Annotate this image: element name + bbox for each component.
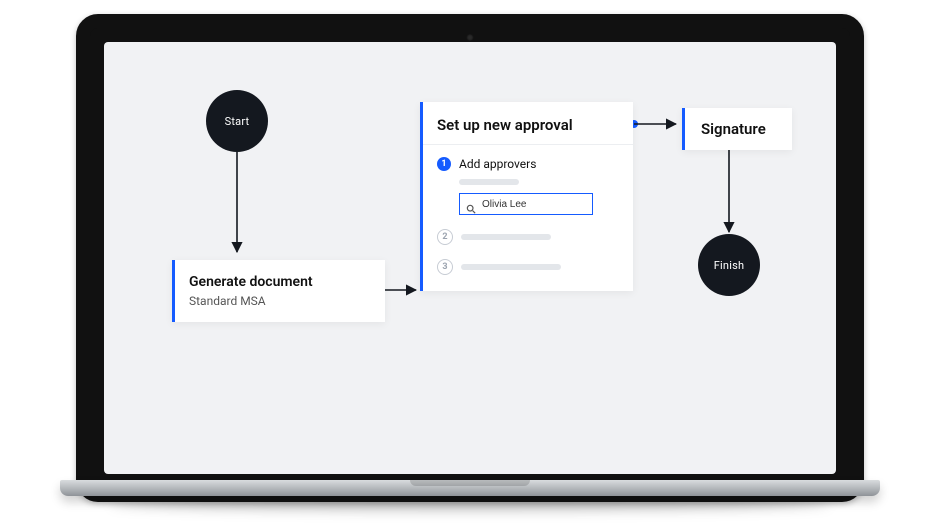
step-badge-2: 2 (437, 229, 453, 245)
step-3-skeleton (461, 264, 561, 270)
approval-title: Set up new approval (423, 102, 633, 145)
approval-step-3: 3 (437, 259, 619, 275)
laptop-base (60, 480, 880, 496)
step-1-label: Add approvers (459, 157, 536, 171)
screen: Start Generate document Standard MSA Set… (104, 42, 836, 474)
finish-label: Finish (714, 259, 744, 272)
approval-card[interactable]: Set up new approval 1 Add approvers (420, 102, 633, 291)
search-icon (466, 199, 476, 209)
step-badge-1: 1 (437, 157, 451, 171)
approval-step-1: 1 Add approvers (437, 157, 619, 171)
camera-dot (467, 34, 474, 41)
step-badge-3: 3 (437, 259, 453, 275)
workflow-canvas: Start Generate document Standard MSA Set… (104, 42, 836, 474)
start-node[interactable]: Start (206, 90, 268, 152)
signature-title: Signature (701, 120, 766, 138)
laptop-lid: Start Generate document Standard MSA Set… (76, 14, 864, 502)
generate-document-card[interactable]: Generate document Standard MSA (172, 260, 385, 322)
approver-search-input[interactable] (482, 199, 614, 210)
generate-subtitle: Standard MSA (189, 294, 369, 308)
signature-card[interactable]: Signature (682, 108, 792, 150)
generate-title: Generate document (189, 274, 369, 290)
start-label: Start (225, 115, 250, 128)
approval-body: 1 Add approvers (423, 145, 633, 291)
approval-step-2: 2 (437, 229, 619, 245)
step-1-skeleton (459, 179, 619, 185)
laptop-mockup: Start Generate document Standard MSA Set… (60, 14, 880, 514)
finish-node[interactable]: Finish (698, 234, 760, 296)
step-2-skeleton (461, 234, 551, 240)
approver-search-field[interactable] (459, 193, 593, 215)
